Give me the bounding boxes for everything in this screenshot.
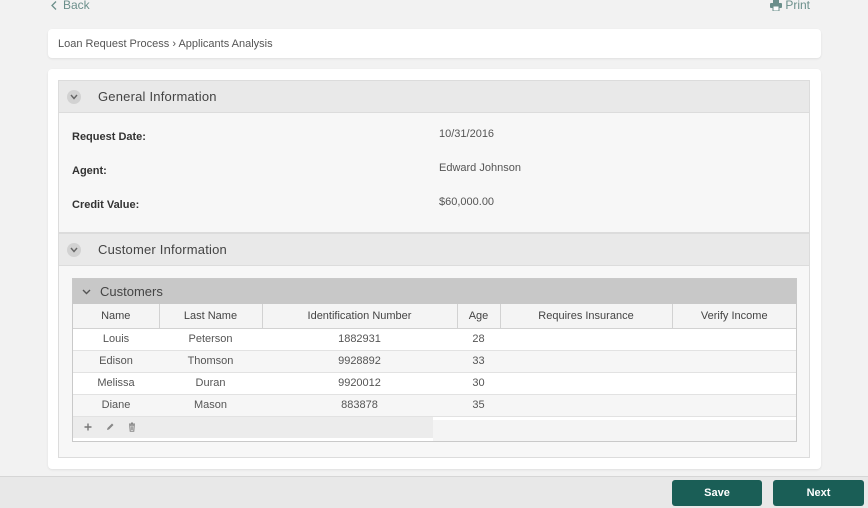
- delete-icon[interactable]: [127, 422, 137, 432]
- section-title: General Information: [98, 89, 217, 104]
- cell-name: Melissa: [73, 372, 159, 395]
- cell-requires-insurance: [500, 394, 672, 417]
- top-nav: Back Print: [0, 0, 868, 14]
- cell-identification-number: 883878: [262, 394, 457, 417]
- cell-age: 28: [457, 328, 500, 351]
- cell-identification-number: 9928892: [262, 350, 457, 373]
- cell-verify-income: [672, 328, 796, 351]
- field-value: $60,000.00: [439, 196, 495, 208]
- field-value: 10/31/2016: [439, 128, 495, 140]
- cell-age: 33: [457, 350, 500, 373]
- general-information-section: General Information Request Date: 10/31/…: [58, 80, 810, 233]
- chevron-down-icon: [70, 94, 78, 100]
- grid-title: Customers: [100, 284, 163, 299]
- column-header-name[interactable]: Name: [73, 304, 160, 329]
- table-row[interactable]: Edison Thomson 9928892 33: [73, 350, 796, 373]
- cell-requires-insurance: [500, 372, 672, 395]
- grid-toolbar: [73, 416, 433, 438]
- general-information-header[interactable]: General Information: [59, 81, 809, 113]
- customer-information-section: Customer Information Customers Name Last…: [58, 233, 810, 458]
- field-label: Credit Value:: [72, 199, 140, 211]
- customers-grid-header[interactable]: Customers: [73, 279, 796, 304]
- edit-icon[interactable]: [105, 422, 115, 432]
- table-row[interactable]: Diane Mason 883878 35: [73, 394, 796, 417]
- print-link[interactable]: Print: [770, 0, 810, 12]
- back-label: Back: [63, 0, 90, 12]
- cell-identification-number: 9920012: [262, 372, 457, 395]
- cell-age: 30: [457, 372, 500, 395]
- cell-last-name: Thomson: [159, 350, 262, 373]
- chevron-down-icon: [70, 247, 78, 253]
- collapse-toggle[interactable]: [67, 242, 81, 257]
- next-button[interactable]: Next: [773, 480, 864, 506]
- collapse-toggle[interactable]: [67, 89, 81, 104]
- table-row[interactable]: Melissa Duran 9920012 30: [73, 372, 796, 395]
- main-card: General Information Request Date: 10/31/…: [48, 69, 821, 469]
- column-header-identification-number[interactable]: Identification Number: [262, 304, 458, 329]
- print-label: Print: [785, 0, 810, 12]
- grid-footer: [433, 420, 796, 441]
- column-header-requires-insurance[interactable]: Requires Insurance: [500, 304, 673, 329]
- cell-verify-income: [672, 394, 796, 417]
- cell-last-name: Peterson: [159, 328, 262, 351]
- cell-last-name: Duran: [159, 372, 262, 395]
- action-bar: Save Next: [0, 476, 868, 508]
- column-header-verify-income[interactable]: Verify Income: [672, 304, 796, 329]
- column-header-last-name[interactable]: Last Name: [159, 304, 263, 329]
- cell-last-name: Mason: [159, 394, 262, 417]
- field-label: Agent:: [72, 165, 107, 177]
- back-link[interactable]: Back: [50, 0, 90, 12]
- section-title: Customer Information: [98, 242, 227, 257]
- cell-verify-income: [672, 372, 796, 395]
- field-value: Edward Johnson: [439, 162, 521, 174]
- cell-name: Louis: [73, 328, 159, 351]
- printer-icon: [770, 0, 783, 11]
- customers-grid: Customers Name Last Name Identification …: [72, 278, 797, 442]
- chevron-down-icon: [82, 289, 91, 294]
- cell-name: Edison: [73, 350, 159, 373]
- cell-name: Diane: [73, 394, 159, 417]
- column-header-age[interactable]: Age: [457, 304, 501, 329]
- table-header-row: Name Last Name Identification Number Age…: [73, 304, 796, 329]
- cell-requires-insurance: [500, 350, 672, 373]
- chevron-left-icon: [51, 0, 57, 10]
- cell-age: 35: [457, 394, 500, 417]
- table-row[interactable]: Louis Peterson 1882931 28: [73, 328, 796, 351]
- cell-requires-insurance: [500, 328, 672, 351]
- breadcrumb: Loan Request Process › Applicants Analys…: [48, 29, 821, 58]
- customer-information-header[interactable]: Customer Information: [59, 234, 809, 266]
- add-icon[interactable]: [83, 422, 93, 432]
- customers-table: Name Last Name Identification Number Age…: [73, 304, 796, 417]
- field-label: Request Date:: [72, 131, 146, 143]
- cell-verify-income: [672, 350, 796, 373]
- save-button[interactable]: Save: [672, 480, 762, 506]
- cell-identification-number: 1882931: [262, 328, 457, 351]
